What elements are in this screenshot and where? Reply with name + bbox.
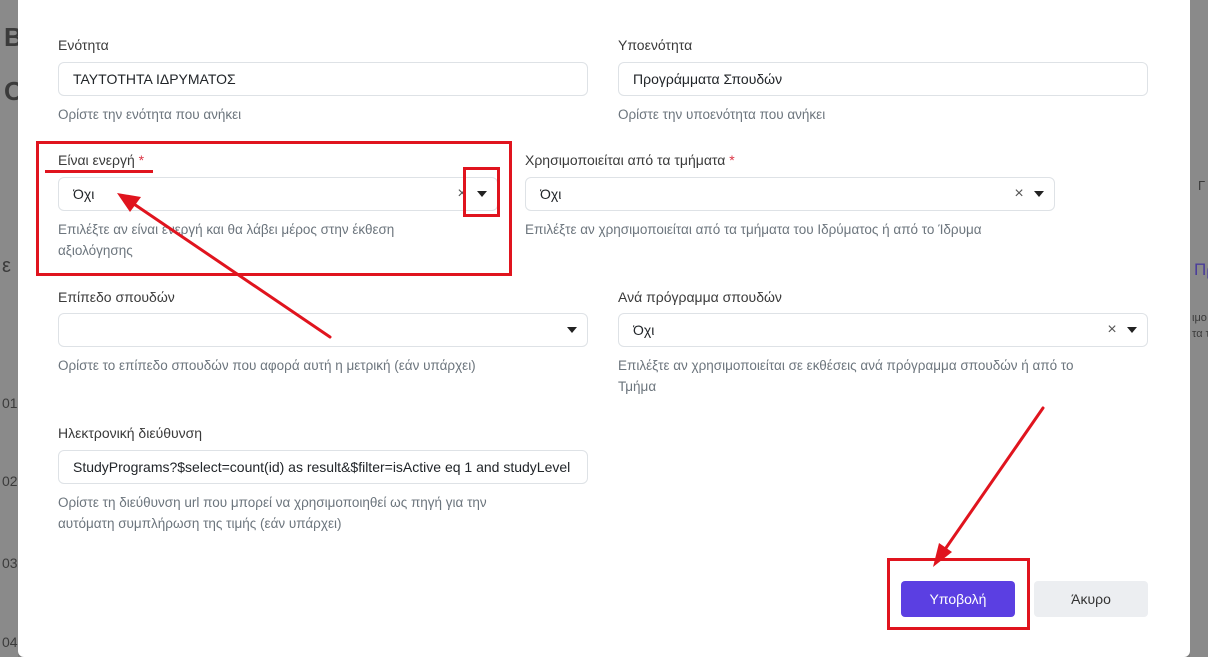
used-by-departments-value: Όχι	[540, 186, 562, 202]
url-label: Ηλεκτρονική διεύθυνση	[58, 425, 203, 441]
background-fragment: 04	[2, 634, 18, 650]
used-by-departments-help: Επιλέξτε αν χρησιμοποιείται από τα τμήμα…	[525, 222, 982, 237]
annotation-highlight-is-active	[36, 141, 512, 276]
per-program-select[interactable]: Όχι ×	[618, 313, 1148, 347]
section-help: Ορίστε την ενότητα που ανήκει	[58, 107, 242, 122]
subsection-label: Υποενότητα	[618, 37, 693, 53]
annotation-highlight-submit	[887, 558, 1030, 630]
background-page-left: Β Ο ε 01 02 03 04	[0, 0, 24, 657]
background-fragment: Πρ	[1194, 260, 1208, 279]
clear-x-icon[interactable]: ×	[1105, 321, 1119, 339]
study-level-label: Επίπεδο σπουδών	[58, 289, 175, 305]
clear-x-icon[interactable]: ×	[1012, 185, 1026, 203]
background-fragment: τα τ	[1192, 328, 1208, 340]
subsection-field[interactable]: Προγράμματα Σπουδών	[618, 62, 1148, 96]
background-fragment: Γ	[1198, 178, 1206, 193]
caret-down-icon[interactable]	[1034, 191, 1044, 197]
per-program-help-line2: Τμήμα	[618, 379, 657, 394]
annotation-highlight-dropdown	[463, 167, 500, 217]
used-by-departments-label: Χρησιμοποιείται από τα τμήματα *	[525, 151, 735, 169]
per-program-help: Επιλέξτε αν χρησιμοποιείται σε εκθέσεις …	[618, 355, 1074, 397]
background-fragment: 02	[2, 473, 18, 489]
study-level-help: Ορίστε το επίπεδο σπουδών που αφορά αυτή…	[58, 358, 476, 373]
section-value: ΤΑΥΤΟΤΗΤΑ ΙΔΡΥΜΑΤΟΣ	[73, 71, 236, 87]
used-by-departments-label-text: Χρησιμοποιείται από τα τμήματα	[525, 152, 726, 168]
required-mark: *	[729, 152, 735, 168]
study-level-select[interactable]	[58, 313, 588, 347]
background-page-right: Γ Πρ ιμο τα τ	[1190, 0, 1208, 657]
caret-down-icon[interactable]	[1127, 327, 1137, 333]
section-label: Ενότητα	[58, 37, 109, 53]
url-help-line2: αυτόματη συμπλήρωση της τιμής (εάν υπάρχ…	[58, 516, 342, 531]
subsection-value: Προγράμματα Σπουδών	[633, 71, 783, 87]
used-by-departments-select[interactable]: Όχι ×	[525, 177, 1055, 211]
cancel-button[interactable]: Άκυρο	[1034, 581, 1148, 617]
background-fragment: ιμο	[1192, 312, 1207, 324]
background-fragment: ε	[2, 255, 11, 277]
caret-down-icon[interactable]	[567, 327, 577, 333]
url-value: StudyPrograms?$select=count(id) as resul…	[73, 459, 571, 475]
background-fragment: 01	[2, 395, 18, 411]
per-program-value: Όχι	[633, 322, 655, 338]
url-help: Ορίστε τη διεύθυνση url που μπορεί να χρ…	[58, 492, 487, 534]
url-input[interactable]: StudyPrograms?$select=count(id) as resul…	[58, 450, 588, 484]
subsection-help: Ορίστε την υποενότητα που ανήκει	[618, 107, 826, 122]
annotation-underline	[45, 170, 153, 173]
section-field[interactable]: ΤΑΥΤΟΤΗΤΑ ΙΔΡΥΜΑΤΟΣ	[58, 62, 588, 96]
per-program-label: Ανά πρόγραμμα σπουδών	[618, 289, 782, 305]
background-fragment: 03	[2, 555, 18, 571]
per-program-help-line1: Επιλέξτε αν χρησιμοποιείται σε εκθέσεις …	[618, 358, 1074, 373]
url-help-line1: Ορίστε τη διεύθυνση url που μπορεί να χρ…	[58, 495, 487, 510]
